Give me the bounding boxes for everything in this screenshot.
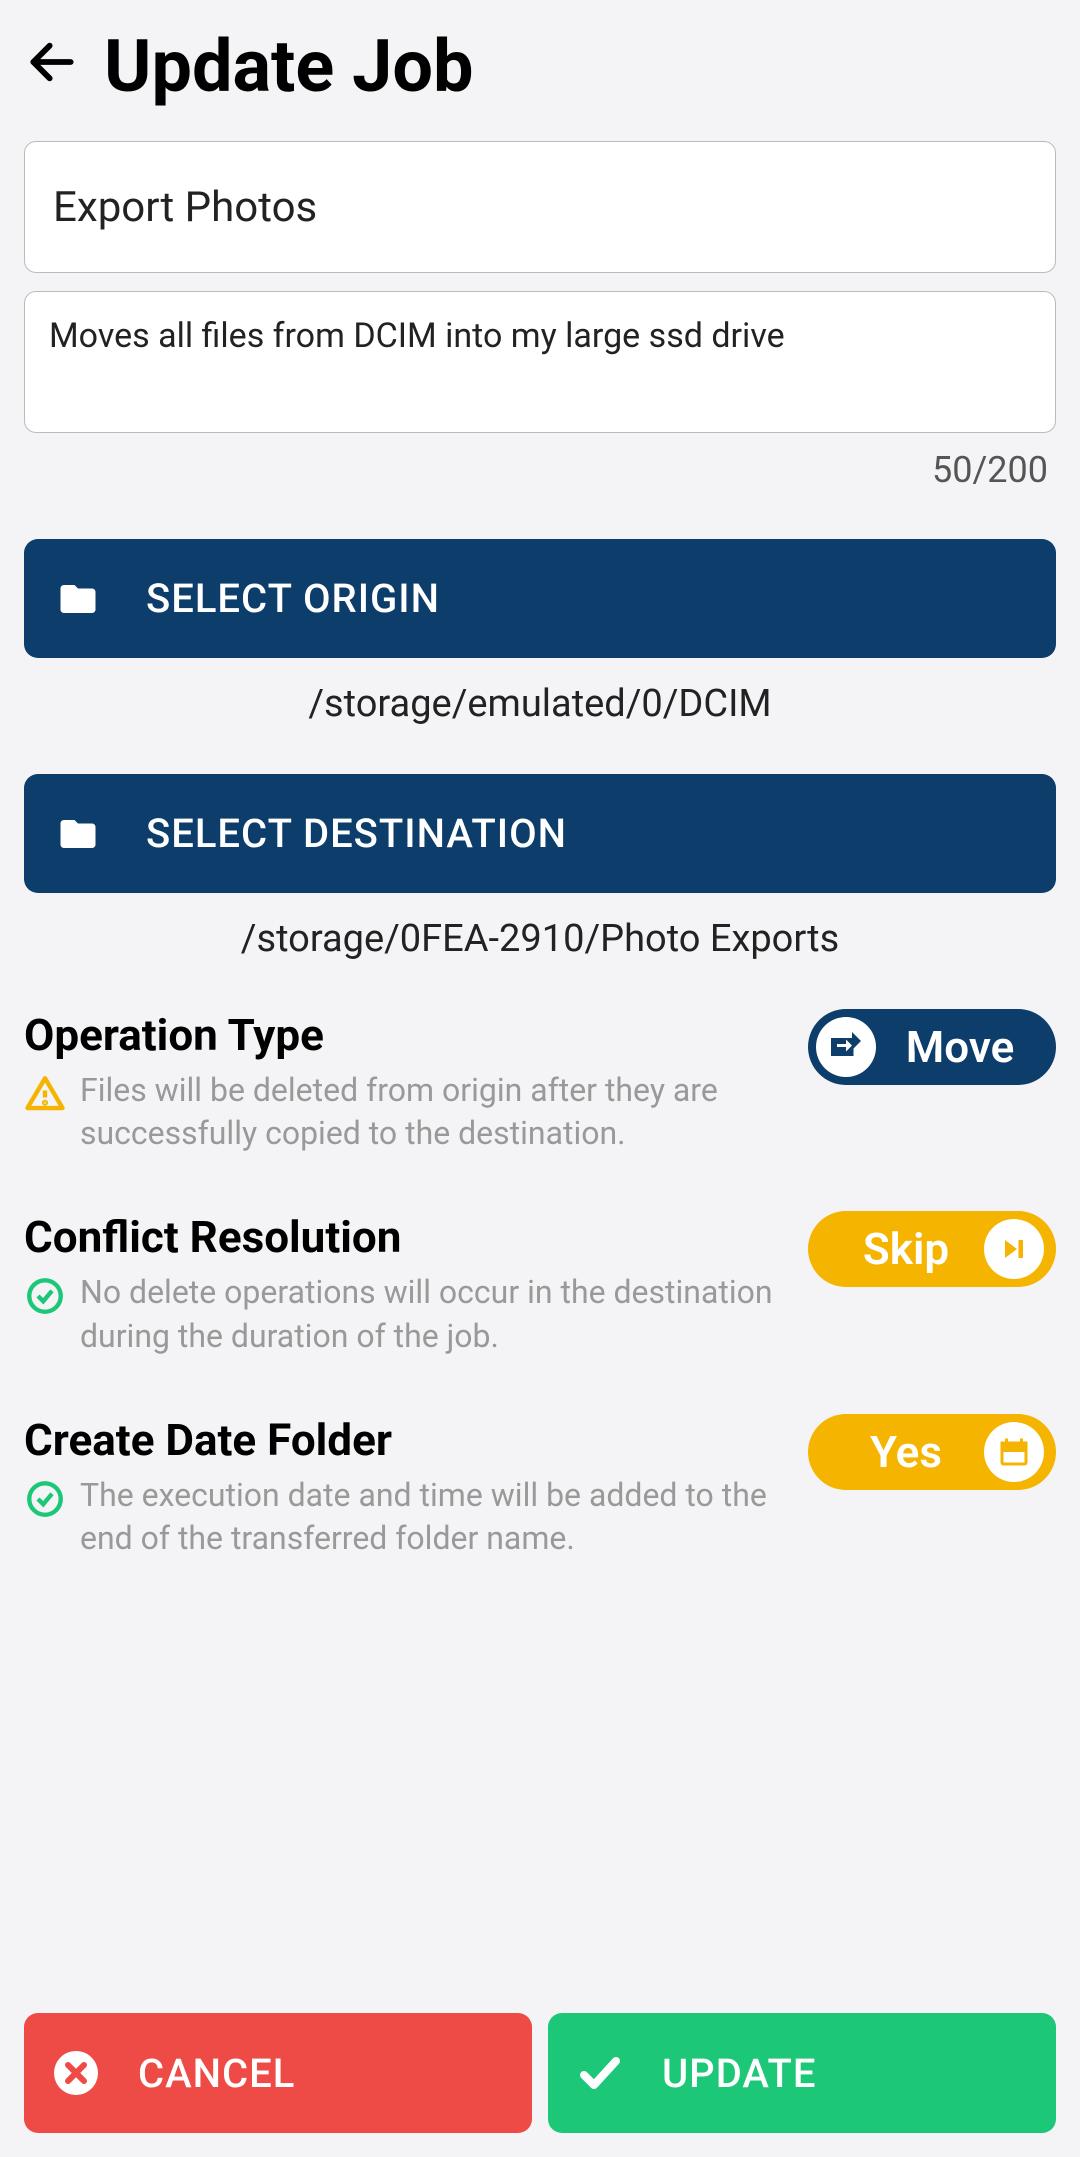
select-origin-button[interactable]: SELECT ORIGIN — [24, 539, 1056, 658]
conflict-resolution-row: Conflict Resolution No delete operations… — [24, 1211, 1056, 1357]
select-destination-label: SELECT DESTINATION — [146, 810, 567, 857]
create-date-folder-value: Yes — [816, 1426, 984, 1478]
job-name-input[interactable] — [24, 141, 1056, 273]
update-label: UPDATE — [662, 2050, 816, 2097]
move-icon — [816, 1017, 876, 1077]
operation-type-title: Operation Type — [24, 1009, 784, 1061]
back-arrow-icon[interactable] — [24, 34, 80, 99]
conflict-resolution-toggle[interactable]: Skip — [808, 1211, 1056, 1287]
select-destination-button[interactable]: SELECT DESTINATION — [24, 774, 1056, 893]
destination-path: /storage/0FEA-2910/Photo Exports — [24, 917, 1056, 961]
close-circle-icon — [52, 2049, 100, 2097]
conflict-resolution-title: Conflict Resolution — [24, 1211, 784, 1263]
operation-type-value: Move — [876, 1021, 1044, 1073]
cancel-button[interactable]: CANCEL — [24, 2013, 532, 2133]
header: Update Job — [24, 24, 1056, 109]
operation-type-toggle[interactable]: Move — [808, 1009, 1056, 1085]
origin-path: /storage/emulated/0/DCIM — [24, 682, 1056, 726]
char-counter: 50/200 — [24, 449, 1056, 491]
check-icon — [576, 2049, 624, 2097]
create-date-folder-title: Create Date Folder — [24, 1414, 784, 1466]
create-date-folder-toggle[interactable]: Yes — [808, 1414, 1056, 1490]
calendar-icon — [984, 1422, 1044, 1482]
check-circle-icon — [24, 1478, 66, 1520]
folder-icon — [52, 578, 104, 620]
conflict-resolution-desc: No delete operations will occur in the d… — [80, 1271, 784, 1357]
create-date-folder-row: Create Date Folder The execution date an… — [24, 1414, 1056, 1560]
folder-icon — [52, 813, 104, 855]
job-description-input[interactable] — [24, 291, 1056, 433]
operation-type-desc: Files will be deleted from origin after … — [80, 1069, 784, 1155]
check-circle-icon — [24, 1275, 66, 1317]
cancel-label: CANCEL — [138, 2050, 295, 2097]
footer: CANCEL UPDATE — [24, 2013, 1056, 2133]
skip-icon — [984, 1219, 1044, 1279]
warning-icon — [24, 1073, 66, 1115]
select-origin-label: SELECT ORIGIN — [146, 575, 440, 622]
page-title: Update Job — [104, 24, 474, 109]
update-button[interactable]: UPDATE — [548, 2013, 1056, 2133]
conflict-resolution-value: Skip — [816, 1223, 984, 1275]
operation-type-row: Operation Type Files will be deleted fro… — [24, 1009, 1056, 1155]
create-date-folder-desc: The execution date and time will be adde… — [80, 1474, 784, 1560]
